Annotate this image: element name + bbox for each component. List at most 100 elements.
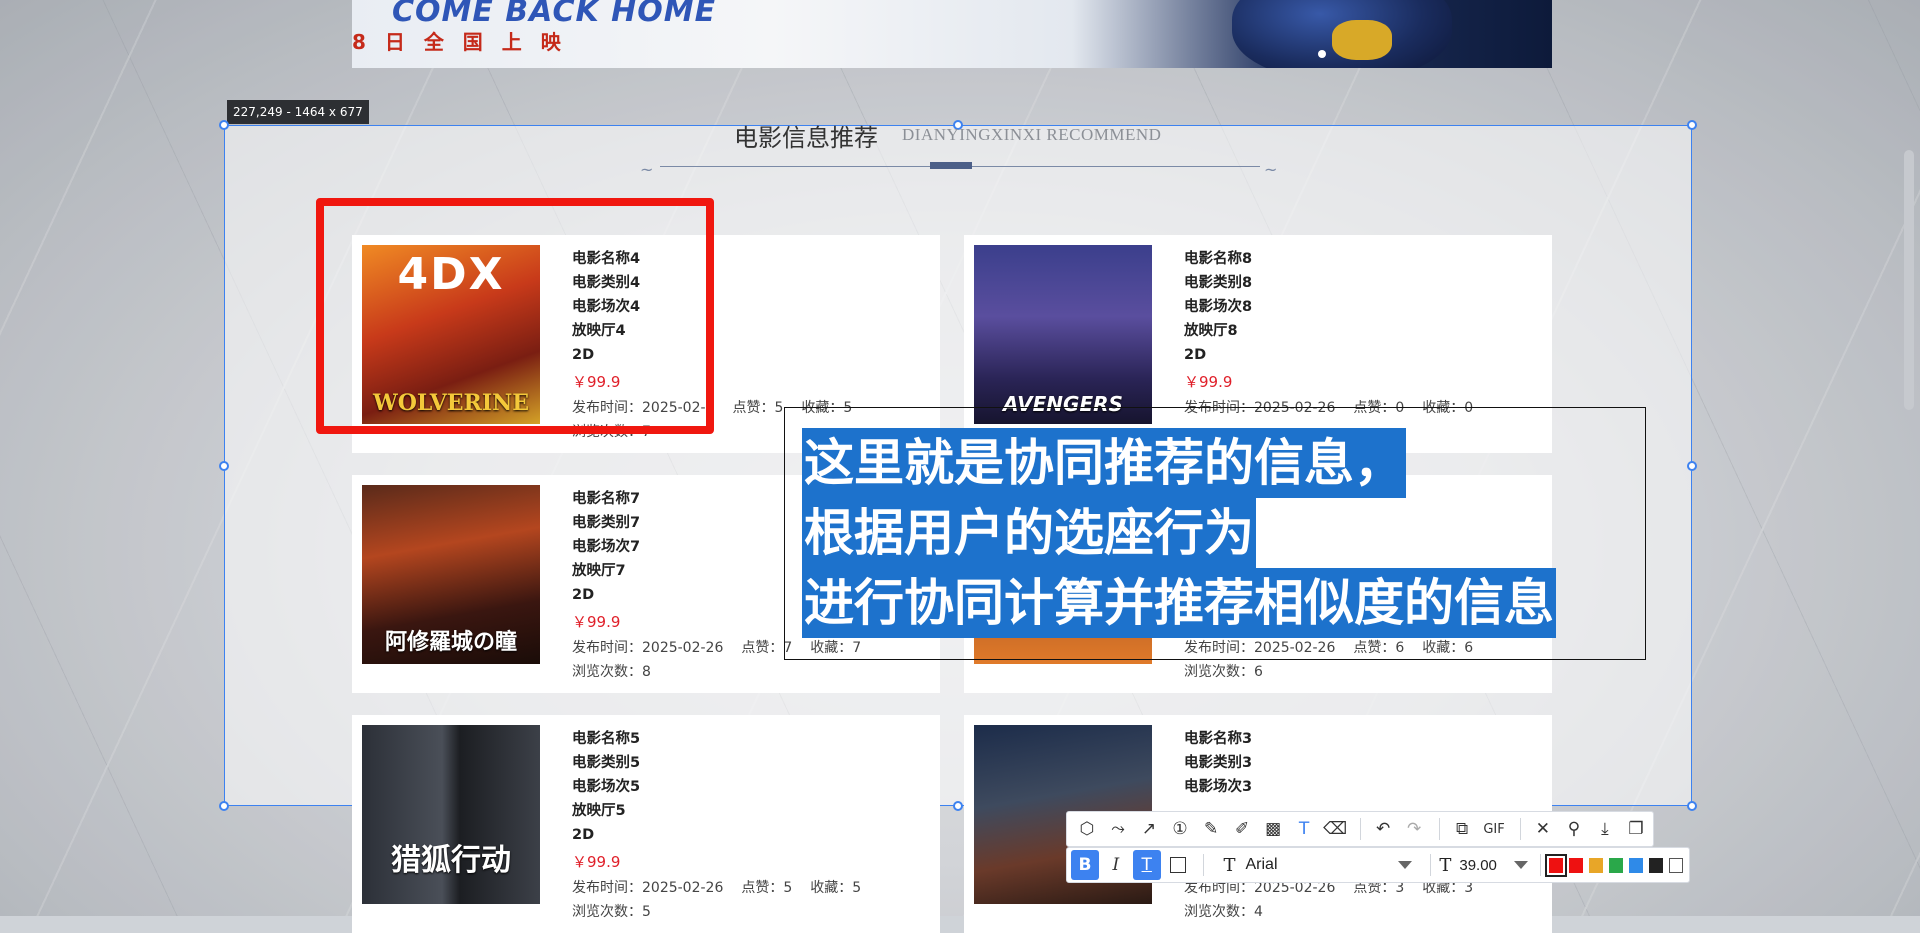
annotation-line-2[interactable]: 根据用户的选座行为	[802, 498, 1256, 568]
like-count: 点赞：5	[732, 400, 784, 416]
text-format-toolbar: B I T T Arial T 39.00	[1066, 847, 1690, 883]
color-swatch-black[interactable]	[1648, 857, 1663, 873]
resize-handle-top-right[interactable]	[1687, 120, 1697, 130]
color-swatch-blue[interactable]	[1628, 857, 1643, 873]
scroll-capture-icon[interactable]: ⧉	[1448, 814, 1476, 844]
close-icon[interactable]: ✕	[1529, 814, 1557, 844]
chevron-down-icon	[1514, 861, 1529, 869]
color-swatch-orange[interactable]	[1589, 857, 1604, 873]
title-divider-mark	[930, 162, 972, 169]
movie-format: 2D	[1184, 347, 1207, 363]
movie-price: ￥99.9	[572, 613, 621, 631]
text-border-toggle[interactable]	[1164, 850, 1192, 880]
eraser-icon[interactable]: ⌫	[1321, 814, 1349, 844]
toolbar-separator	[1519, 818, 1521, 840]
number-marker-icon[interactable]: ①	[1166, 814, 1194, 844]
movie-name[interactable]: 电影名称5	[572, 727, 640, 751]
like-count: 点赞：5	[741, 880, 793, 896]
publish-time: 发布时间：2025-02-26	[572, 880, 724, 896]
screenshot-toolbar: ⬡ ⤳ ↗ ① ✎ ✐ ▩ T ⌫ ↶ ↷ ⧉ GIF ✕ ⚲ ⤓ ❐	[1066, 811, 1654, 847]
arrow-tool-icon[interactable]: ↗	[1135, 814, 1163, 844]
font-size-select[interactable]: T 39.00	[1439, 851, 1532, 879]
movie-price: ￥99.9	[572, 853, 621, 871]
download-icon[interactable]: ⤓	[1591, 814, 1619, 844]
polyline-tool-icon[interactable]: ⤳	[1104, 814, 1132, 844]
shape-tool-icon[interactable]: ⬡	[1073, 814, 1101, 844]
view-count: 浏览次数：8	[572, 664, 651, 680]
view-count: 浏览次数：5	[572, 904, 651, 920]
movie-hall: 放映厅5	[572, 803, 626, 819]
redo-icon[interactable]: ↷	[1400, 814, 1428, 844]
publish-time: 发布时间：2025-02-26	[572, 640, 724, 656]
red-rectangle-annotation[interactable]	[316, 198, 714, 434]
selection-size-label: 227,249 - 1464 x 677	[227, 100, 369, 124]
top-banner[interactable]: COME BACK HOME 8 日 全 国 上 映	[352, 0, 1552, 68]
resize-handle-bottom-left[interactable]	[219, 801, 229, 811]
movie-category: 电影类别5	[572, 755, 641, 771]
movie-name[interactable]: 电影名称3	[1184, 727, 1252, 751]
movie-hall: 放映厅8	[1184, 323, 1238, 339]
poster-title: 阿修羅城の瞳	[384, 629, 517, 655]
movie-hall: 放映厅7	[572, 563, 626, 579]
movie-session: 电影场次5	[572, 779, 641, 795]
movie-session: 电影场次3	[1184, 779, 1253, 795]
chevron-down-icon	[1398, 861, 1413, 869]
movie-category: 电影类别8	[1184, 275, 1253, 291]
color-swatch-selected-red[interactable]	[1545, 853, 1568, 877]
resize-handle-bottom-right[interactable]	[1687, 801, 1697, 811]
resize-handle-bottom[interactable]	[953, 801, 963, 811]
movie-poster[interactable]: AVENGERS	[974, 245, 1152, 424]
mosaic-icon[interactable]: ▩	[1259, 814, 1287, 844]
resize-handle-right[interactable]	[1687, 461, 1697, 471]
color-swatch-white[interactable]	[1668, 857, 1683, 873]
copy-icon[interactable]: ❐	[1622, 814, 1650, 844]
movie-poster[interactable]: 猎狐行动	[362, 725, 540, 904]
pen-tool-icon[interactable]: ✎	[1197, 814, 1225, 844]
movie-session: 电影场次7	[572, 539, 641, 555]
color-swatch-green[interactable]	[1609, 857, 1623, 873]
movie-name[interactable]: 电影名称7	[572, 487, 640, 511]
movie-card[interactable]: 猎狐行动 电影名称5 电影类别5 电影场次5 放映厅5 2D ￥99.9 发布时…	[352, 715, 940, 933]
annotation-line-3[interactable]: 进行协同计算并推荐相似度的信息	[802, 568, 1556, 638]
bold-button[interactable]: B	[1071, 850, 1099, 880]
movie-poster[interactable]: 阿修羅城の瞳	[362, 485, 540, 664]
text-tool-icon[interactable]: T	[1290, 814, 1318, 844]
movie-name[interactable]: 电影名称8	[1184, 247, 1252, 271]
font-family-value: Arial	[1245, 856, 1278, 873]
pin-icon[interactable]: ⚲	[1560, 814, 1588, 844]
resize-handle-left[interactable]	[219, 461, 229, 471]
color-swatch-red[interactable]	[1569, 857, 1584, 873]
section-title: 电影信息推荐	[734, 124, 878, 152]
banner-logo: COME BACK HOME	[392, 0, 717, 29]
toolbar-separator	[1540, 854, 1542, 876]
movie-meta: 发布时间：2025-02-26 点赞：5 收藏：5	[572, 877, 879, 897]
movie-category: 电影类别3	[1184, 755, 1253, 771]
carousel-dot[interactable]	[1318, 50, 1326, 58]
annotation-line-1[interactable]: 这里就是协同推荐的信息，	[802, 428, 1406, 498]
toolbar-separator	[1360, 818, 1362, 840]
title-ornament-left: ~	[640, 160, 654, 179]
page-scrollbar[interactable]	[1904, 150, 1914, 410]
toolbar-separator	[1439, 818, 1441, 840]
favorite-count: 收藏：5	[810, 880, 862, 896]
toolbar-separator	[1430, 854, 1432, 876]
poster-title: 猎狐行动	[391, 843, 511, 878]
font-family-select[interactable]: T Arial	[1217, 851, 1416, 879]
italic-button[interactable]: I	[1102, 850, 1130, 880]
section-subtitle: DIANYINGXINXI RECOMMEND	[902, 125, 1162, 144]
movie-format: 2D	[572, 827, 595, 843]
movie-session: 电影场次8	[1184, 299, 1253, 315]
movie-category: 电影类别7	[572, 515, 641, 531]
banner-figure-accent	[1332, 20, 1392, 60]
gif-record-button[interactable]: GIF	[1479, 814, 1509, 844]
resize-handle-top-left[interactable]	[219, 120, 229, 130]
movie-format: 2D	[572, 587, 595, 603]
highlighter-icon[interactable]: ✐	[1228, 814, 1256, 844]
view-count: 浏览次数：6	[1184, 664, 1263, 680]
font-icon: T	[1223, 854, 1236, 876]
text-background-button[interactable]: T	[1132, 850, 1161, 880]
font-size-icon: T	[1439, 854, 1452, 876]
undo-icon[interactable]: ↶	[1369, 814, 1397, 844]
font-size-value: 39.00	[1459, 856, 1497, 874]
movie-price: ￥99.9	[1184, 373, 1233, 391]
